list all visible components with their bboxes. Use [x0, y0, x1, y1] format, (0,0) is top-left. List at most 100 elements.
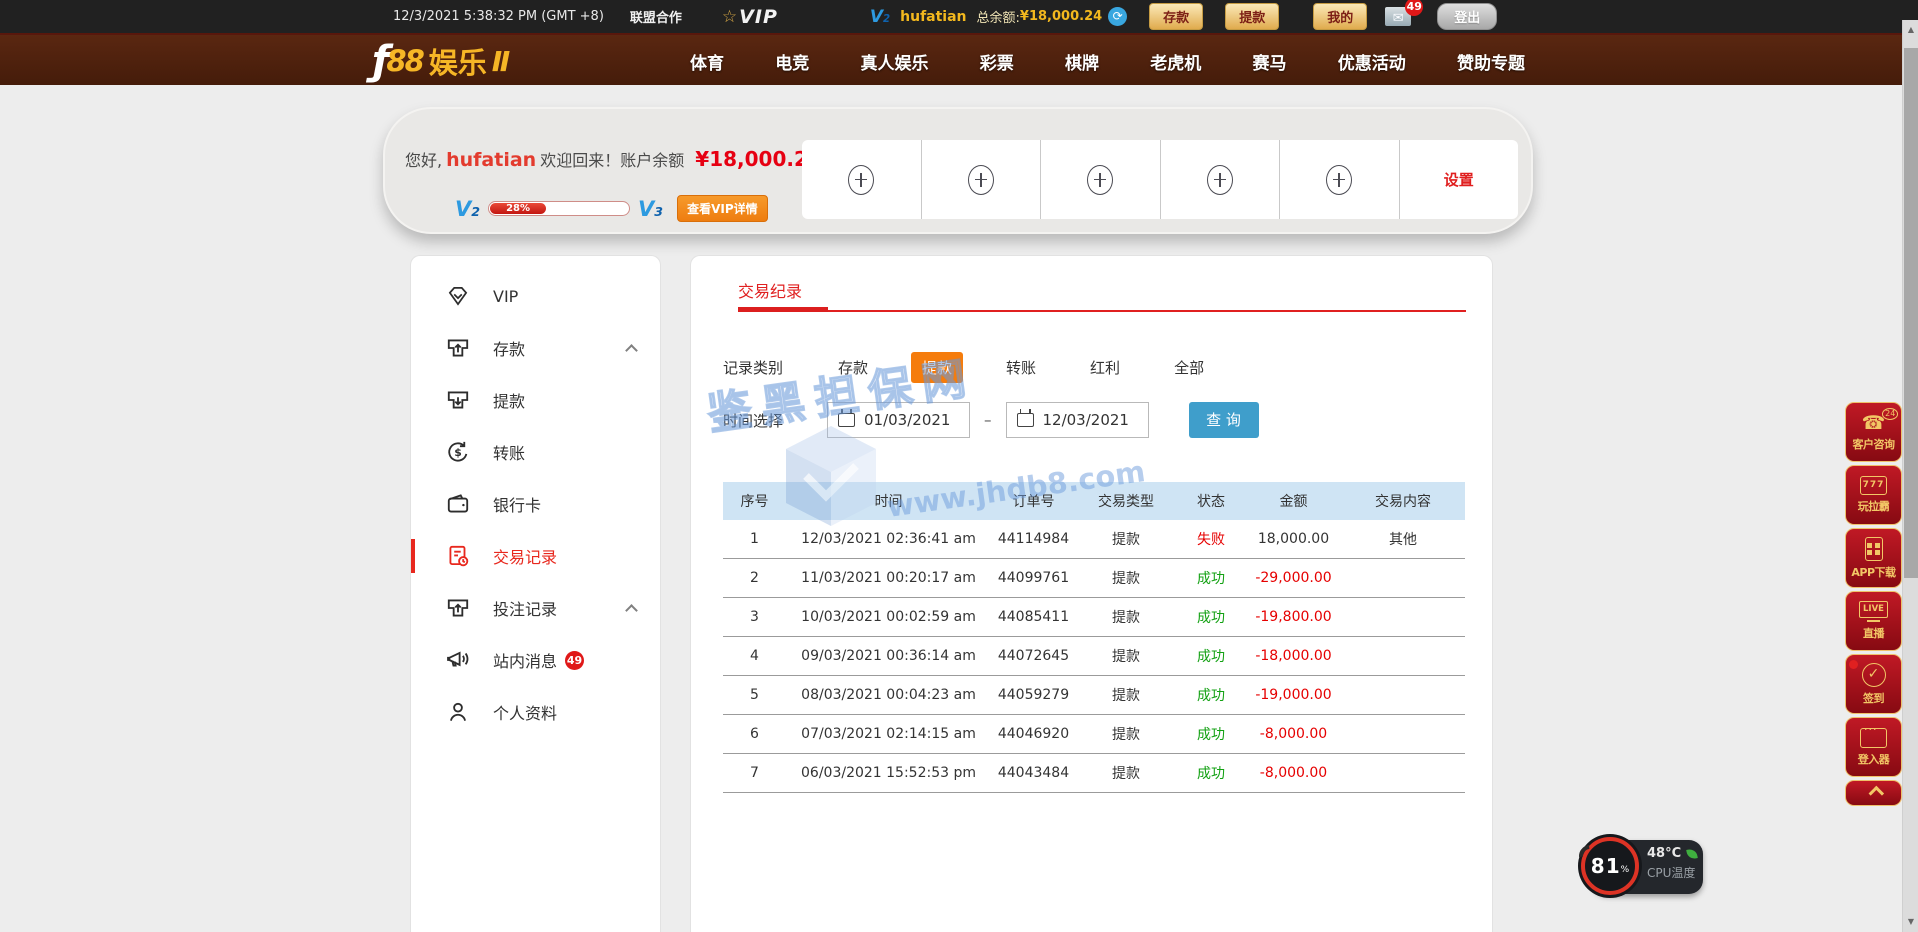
cell-time: 08/03/2021 00:04:23 am — [786, 687, 991, 703]
nav-item-4[interactable]: 彩票 — [980, 49, 1014, 74]
cell-time: 06/03/2021 15:52:53 pm — [786, 765, 991, 781]
column-header: 交易类型 — [1076, 491, 1176, 511]
nav-item-8[interactable]: 优惠活动 — [1338, 49, 1406, 74]
filter-option-4[interactable]: 红利 — [1079, 352, 1131, 383]
date-to-input[interactable]: 12/03/2021 — [1006, 402, 1149, 438]
cell-order: 44059279 — [991, 687, 1076, 703]
sidebar-item-1[interactable]: VIP — [411, 270, 660, 322]
cell-amount: -18,000.00 — [1246, 648, 1341, 664]
nav-item-6[interactable]: 老虎机 — [1150, 49, 1201, 74]
cell-amount: -8,000.00 — [1246, 726, 1341, 742]
site-logo[interactable]: ƒ 88 娱乐 Ⅱ — [372, 35, 510, 87]
topbar: 12/3/2021 5:38:32 PM (GMT +8) 联盟合作 ☆ VIP… — [0, 0, 1918, 33]
sidebar-item-2[interactable]: 存款 — [411, 322, 660, 374]
filter-option-5[interactable]: 全部 — [1163, 352, 1215, 383]
plus-icon — [1087, 165, 1113, 195]
cell-order: 44046920 — [991, 726, 1076, 742]
column-header: 状态 — [1176, 491, 1246, 511]
sidebar-item-3[interactable]: 提款 — [411, 374, 660, 426]
nav-item-1[interactable]: 体育 — [690, 49, 724, 74]
table-row: 409/03/2021 00:36:14 am44072645提款成功-18,0… — [723, 637, 1465, 676]
scrollbar-thumb[interactable] — [1904, 48, 1918, 578]
sidebar-item-8[interactable]: 站内消息49 — [411, 634, 660, 686]
scrollbar-up-arrow[interactable]: ▲ — [1903, 22, 1918, 38]
nav-item-3[interactable]: 真人娱乐 — [861, 49, 929, 74]
nav-item-2[interactable]: 电竞 — [775, 49, 809, 74]
floating-button-3[interactable]: APP下载 — [1845, 528, 1902, 588]
date-from-input[interactable]: 01/03/2021 — [827, 402, 970, 438]
nav-item-5[interactable]: 棋牌 — [1065, 49, 1099, 74]
quick-action-add-5[interactable] — [1280, 140, 1400, 219]
sidebar-item-5[interactable]: 银行卡 — [411, 478, 660, 530]
sidebar-item-6[interactable]: 交易记录 — [411, 530, 660, 582]
alliance-link[interactable]: 联盟合作 — [630, 7, 682, 26]
cell-order: 44099761 — [991, 570, 1076, 586]
cell-type: 提款 — [1076, 529, 1176, 549]
tab-transaction-records[interactable]: 交易纪录 — [738, 278, 802, 302]
quick-action-add-1[interactable] — [802, 140, 922, 219]
balance-label: 总余额: — [977, 7, 1020, 26]
cpu-usage-gauge: 81 % — [1581, 837, 1639, 895]
scroll-to-top-button[interactable] — [1845, 780, 1902, 806]
floating-button-5[interactable]: ✓签到 — [1845, 654, 1902, 714]
quick-action-add-2[interactable] — [922, 140, 1042, 219]
transfer-icon: $ — [445, 439, 471, 465]
scrollbar-down-arrow[interactable]: ▼ — [1903, 914, 1918, 930]
filter-option-2[interactable]: 提款 — [911, 352, 963, 383]
sidebar-item-label: 转账 — [493, 440, 525, 464]
floating-button-label: 签到 — [1863, 690, 1884, 706]
nav-item-9[interactable]: 赞助专题 — [1457, 49, 1525, 74]
floating-button-label: APP下载 — [1851, 564, 1895, 580]
floating-button-4[interactable]: LIVE直播 — [1845, 591, 1902, 651]
quick-action-add-3[interactable] — [1041, 140, 1161, 219]
cell-status: 成功 — [1176, 763, 1246, 783]
cell-type: 提款 — [1076, 685, 1176, 705]
message-count-badge: 49 — [1405, 0, 1423, 16]
cell-time: 12/03/2021 02:36:41 am — [786, 531, 991, 547]
floating-button-2[interactable]: 777玩拉霸 — [1845, 465, 1902, 525]
floating-button-1[interactable]: ☎24客户咨询 — [1845, 402, 1902, 462]
logout-button[interactable]: 登出 — [1437, 3, 1497, 30]
filter-option-1[interactable]: 存款 — [827, 352, 879, 383]
column-header: 金额 — [1246, 491, 1341, 511]
withdraw-button[interactable]: 提款 — [1225, 3, 1279, 30]
vip-logo[interactable]: ☆ VIP — [722, 6, 778, 28]
transaction-record-icon — [445, 543, 471, 569]
settings-link: 设置 — [1444, 169, 1474, 190]
site-message-icon — [445, 647, 471, 673]
tab-underline-accent — [738, 307, 828, 312]
floating-button-label: 登入器 — [1858, 751, 1890, 767]
messages-button[interactable]: ✉ 49 — [1385, 7, 1411, 26]
cell-no: 1 — [723, 531, 786, 547]
date-label: 时间选择 — [723, 410, 827, 431]
sidebar-item-label: 交易记录 — [493, 544, 557, 568]
cell-amount: -19,000.00 — [1246, 687, 1341, 703]
cell-status: 失败 — [1176, 529, 1246, 549]
deposit-button[interactable]: 存款 — [1149, 3, 1203, 30]
record-type-filter: 记录类别 存款提款转账红利全部 — [723, 352, 1247, 383]
vip-detail-button[interactable]: 查看VIP详情 — [677, 195, 768, 222]
quick-action-add-4[interactable] — [1161, 140, 1281, 219]
cell-amount: -19,800.00 — [1246, 609, 1341, 625]
filter-option-3[interactable]: 转账 — [995, 352, 1047, 383]
plus-icon — [968, 165, 994, 195]
nav-item-7[interactable]: 赛马 — [1253, 49, 1287, 74]
sidebar-item-7[interactable]: 投注记录 — [411, 582, 660, 634]
column-header: 序号 — [723, 491, 786, 511]
page-scrollbar[interactable]: ▲ ▼ — [1902, 20, 1918, 932]
cell-order: 44072645 — [991, 648, 1076, 664]
sidebar-item-9[interactable]: 个人资料 — [411, 686, 660, 738]
refresh-balance-icon[interactable]: ⟳ — [1108, 7, 1127, 26]
cell-order: 44085411 — [991, 609, 1076, 625]
live-icon: LIVE — [1859, 601, 1888, 618]
chevron-up-icon — [625, 604, 638, 617]
cell-time: 07/03/2021 02:14:15 am — [786, 726, 991, 742]
cell-time: 11/03/2021 00:20:17 am — [786, 570, 991, 586]
cell-amount: -8,000.00 — [1246, 765, 1341, 781]
sidebar-item-4[interactable]: $ 转账 — [411, 426, 660, 478]
vip-current-badge: V2 — [455, 197, 480, 221]
mine-button[interactable]: 我的 — [1313, 3, 1367, 30]
query-button[interactable]: 查 询 — [1189, 402, 1259, 438]
floating-button-6[interactable]: 登入器 — [1845, 717, 1902, 777]
settings-cell[interactable]: 设置 — [1400, 140, 1519, 219]
